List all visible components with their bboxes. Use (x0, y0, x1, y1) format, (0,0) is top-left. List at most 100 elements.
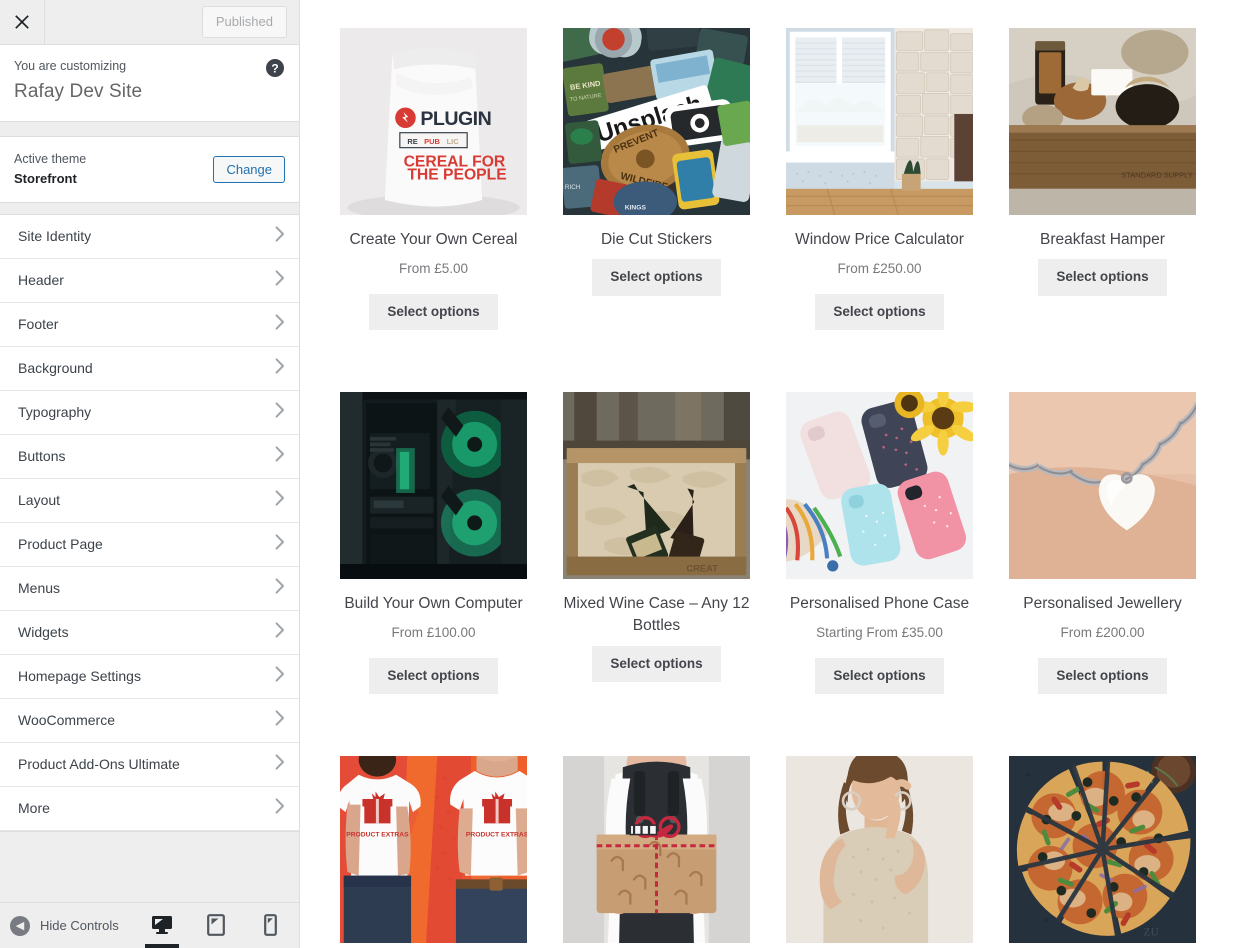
sidebar-item-product-add-ons-ultimate[interactable]: Product Add-Ons Ultimate (0, 742, 299, 787)
chevron-right-icon (275, 445, 285, 467)
sidebar-item-product-page[interactable]: Product Page (0, 522, 299, 567)
select-options-button[interactable]: Select options (815, 293, 944, 330)
product-image[interactable] (786, 391, 973, 579)
sidebar-item-footer[interactable]: Footer (0, 302, 299, 347)
product-title[interactable]: Personalised Phone Case (786, 593, 973, 615)
device-preview-tablet[interactable] (199, 902, 233, 948)
row-spacer (340, 330, 1196, 392)
product-card[interactable] (786, 755, 973, 948)
product-image[interactable] (563, 391, 750, 579)
heart-necklace-photo (1009, 392, 1196, 579)
product-image[interactable] (563, 755, 750, 943)
product-card[interactable]: Personalised Phone Case Starting From £35… (786, 391, 973, 694)
active-theme-panel: Active theme Storefront Change (0, 136, 299, 203)
product-image[interactable] (1009, 391, 1196, 579)
select-options-button[interactable]: Select options (815, 657, 944, 694)
product-card[interactable]: Create Your Own Cereal From £5.00 Select o… (340, 28, 527, 330)
select-options-button[interactable]: Select options (592, 259, 721, 296)
sidebar-item-more[interactable]: More (0, 786, 299, 831)
product-image[interactable] (340, 391, 527, 579)
product-title[interactable]: Mixed Wine Case – Any 12 Bottles (563, 593, 750, 638)
help-icon: ? (266, 59, 284, 77)
chevron-right-icon (275, 577, 285, 599)
chevron-right-icon (275, 753, 285, 775)
product-card[interactable]: Breakfast Hamper Select options (1009, 28, 1196, 330)
select-options-button[interactable]: Select options (369, 657, 498, 694)
product-price: From £100.00 (391, 625, 476, 641)
select-options-button[interactable]: Select options (369, 293, 498, 330)
fashion-model-photo (786, 756, 973, 943)
sidebar-item-widgets[interactable]: Widgets (0, 610, 299, 655)
desktop-icon (152, 916, 172, 934)
change-theme-button[interactable]: Change (213, 155, 285, 183)
sidebar-item-woocommerce[interactable]: WooCommerce (0, 698, 299, 743)
product-title[interactable]: Breakfast Hamper (1009, 229, 1196, 251)
sidebar-item-label: Site Identity (18, 228, 92, 245)
product-title[interactable]: Build Your Own Computer (340, 593, 527, 615)
product-title[interactable]: Create Your Own Cereal (340, 229, 527, 251)
product-card[interactable]: Die Cut Stickers Select options (563, 28, 750, 330)
phone-cases-photo (786, 392, 973, 579)
product-image[interactable] (1009, 28, 1196, 215)
sidebar-item-header[interactable]: Header (0, 258, 299, 303)
product-image[interactable] (1009, 755, 1196, 943)
device-preview-mobile[interactable] (253, 902, 287, 948)
product-image[interactable] (340, 28, 527, 215)
product-card[interactable]: Build Your Own Computer From £100.00 Selec… (340, 391, 527, 694)
hide-controls-label: Hide Controls (40, 918, 119, 933)
chevron-right-icon (275, 225, 285, 247)
product-card[interactable]: Personalised Jewellery From £200.00 Select… (1009, 391, 1196, 694)
tshirts-photo (340, 755, 527, 943)
device-preview-switcher (145, 902, 287, 948)
product-image[interactable] (340, 755, 527, 943)
product-card[interactable]: Window Price Calculator From £250.00 Selec… (786, 28, 973, 330)
product-price: From £200.00 (1060, 625, 1145, 641)
wine-crate-photo (563, 391, 750, 579)
device-preview-desktop[interactable] (145, 902, 179, 948)
product-title[interactable]: Personalised Jewellery (1009, 593, 1196, 615)
gaming-pc-photo (340, 391, 527, 579)
sidebar-item-label: WooCommerce (18, 712, 115, 729)
sidebar-item-label: Product Page (18, 536, 103, 553)
hide-controls-button[interactable]: ◀ Hide Controls (10, 915, 119, 936)
product-image[interactable] (563, 28, 750, 215)
sidebar-item-background[interactable]: Background (0, 346, 299, 391)
product-image[interactable] (786, 755, 973, 943)
chevron-right-icon (275, 665, 285, 687)
site-preview-frame[interactable]: Create Your Own Cereal From £5.00 Select o… (300, 0, 1234, 948)
sidebar-item-label: Background (18, 360, 93, 377)
sidebar-item-menus[interactable]: Menus (0, 566, 299, 611)
customizer-header: Published (0, 0, 299, 45)
sidebar-item-homepage-settings[interactable]: Homepage Settings (0, 654, 299, 699)
hamper-basket-photo (1009, 28, 1196, 215)
select-options-button[interactable]: Select options (592, 645, 721, 683)
product-title[interactable]: Window Price Calculator (786, 229, 973, 251)
product-title[interactable]: Die Cut Stickers (563, 229, 750, 251)
sidebar-item-label: Footer (18, 316, 59, 333)
sidebar-item-typography[interactable]: Typography (0, 390, 299, 435)
product-card[interactable] (1009, 755, 1196, 948)
select-options-button[interactable]: Select options (1038, 657, 1167, 694)
customizer-footer: ◀ Hide Controls (0, 902, 299, 948)
chevron-right-icon (275, 269, 285, 291)
sidebar-item-buttons[interactable]: Buttons (0, 434, 299, 479)
chevron-right-icon (275, 621, 285, 643)
help-button[interactable]: ? (265, 58, 285, 78)
mobile-icon (263, 914, 277, 936)
product-card[interactable]: Mixed Wine Case – Any 12 Bottles Select o… (563, 391, 750, 694)
product-price: From £250.00 (837, 261, 922, 277)
customizer-sections-list: Site Identity Header Footer Background Typog… (0, 214, 299, 831)
sidebar-item-label: Widgets (18, 624, 69, 641)
product-image[interactable] (786, 28, 973, 215)
sidebar-item-layout[interactable]: Layout (0, 478, 299, 523)
select-options-button[interactable]: Select options (1038, 259, 1167, 296)
close-customizer-button[interactable] (0, 0, 45, 44)
product-card[interactable] (340, 755, 527, 948)
sidebar-item-label: Buttons (18, 448, 66, 465)
sidebar-item-site-identity[interactable]: Site Identity (0, 214, 299, 259)
svg-text:?: ? (271, 62, 278, 76)
publish-button[interactable]: Published (201, 6, 287, 38)
chevron-right-icon (275, 401, 285, 423)
chevron-right-icon (275, 313, 285, 335)
product-card[interactable] (563, 755, 750, 948)
